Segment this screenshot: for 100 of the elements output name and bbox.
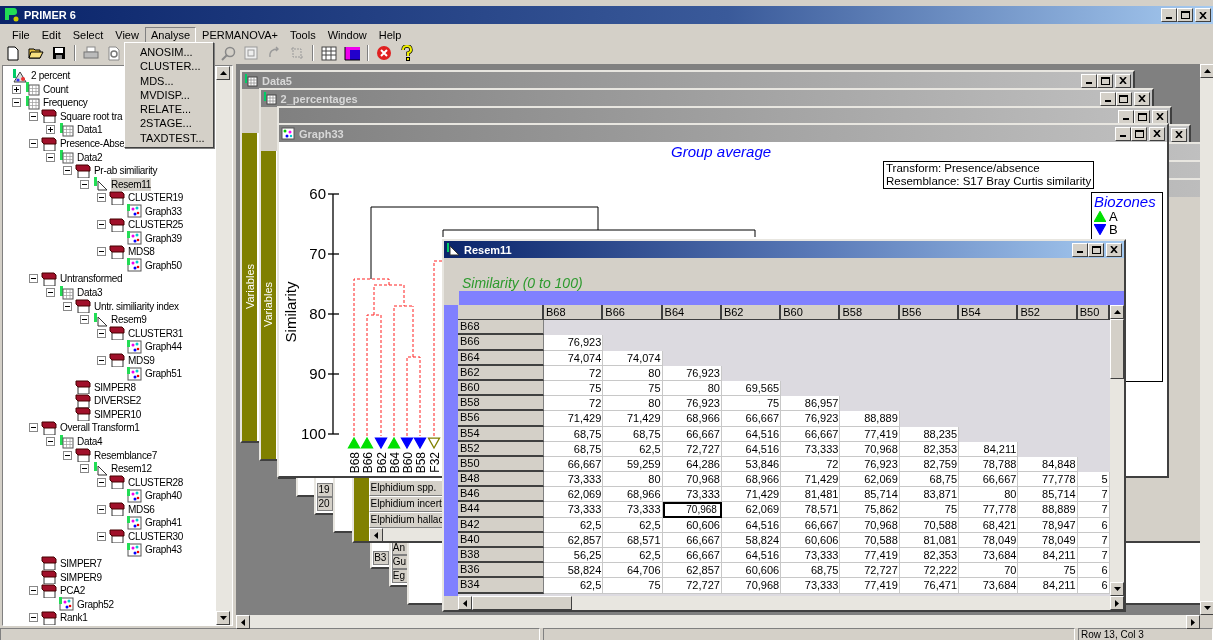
tree-item[interactable]: Graph33 (145, 204, 182, 218)
tree-item[interactable]: MDS8 (128, 245, 155, 259)
column-header[interactable]: B64 (662, 305, 722, 321)
scrollbar[interactable] (1110, 305, 1124, 596)
scroll-down-icon[interactable] (1110, 582, 1124, 596)
collapse-icon[interactable] (29, 586, 38, 596)
scrollbar[interactable] (368, 528, 445, 541)
row-header[interactable]: B68 (458, 320, 544, 336)
menu-item[interactable]: 2STAGE... (125, 116, 213, 131)
row-header[interactable]: B38 (458, 548, 544, 564)
tree-item[interactable]: Untransformed (60, 272, 123, 286)
tree-item[interactable]: CLUSTER19 (128, 191, 184, 205)
menu-item[interactable]: View (109, 26, 145, 43)
tree-item[interactable]: Data3 (77, 286, 103, 299)
column-header[interactable]: B54 (959, 305, 1019, 321)
menu-item[interactable]: Edit (35, 26, 67, 43)
scroll-left-icon[interactable] (458, 596, 472, 610)
tree-item[interactable]: Rank1 (60, 611, 88, 625)
scroll-thumb[interactable] (472, 596, 572, 610)
column-header[interactable]: B68 (544, 305, 604, 321)
tree-item[interactable]: Graph41 (145, 516, 182, 530)
tree-item[interactable]: SIMPER8 (94, 380, 136, 394)
tree-item[interactable]: Graph40 (145, 489, 182, 503)
row-header[interactable]: B36 (458, 563, 544, 579)
grid-icon[interactable] (318, 43, 340, 63)
collapse-icon[interactable] (63, 166, 72, 176)
scrollbar[interactable] (458, 596, 1124, 610)
tree-item[interactable]: Data4 (77, 435, 103, 449)
tree-item[interactable]: Presence-Abse (60, 137, 125, 150)
tree-item[interactable]: Resem12 (111, 462, 152, 476)
tree-item[interactable]: CLUSTER30 (128, 529, 184, 543)
maximize-button[interactable] (1097, 73, 1113, 88)
tree-item[interactable]: Graph44 (145, 340, 182, 354)
scrollbar[interactable] (1200, 64, 1213, 615)
collapse-icon[interactable] (12, 98, 21, 108)
column-header[interactable]: B50 (1077, 305, 1110, 321)
minimize-button[interactable] (1161, 8, 1177, 22)
menu-item[interactable]: Help (372, 26, 408, 43)
column-header[interactable]: B66 (603, 305, 663, 321)
collapse-icon[interactable] (97, 477, 106, 487)
scroll-right-icon[interactable] (1110, 596, 1124, 610)
row-header[interactable]: B58 (458, 396, 544, 412)
expand-icon[interactable] (12, 84, 21, 94)
column-header[interactable]: B52 (1018, 305, 1078, 321)
close-button[interactable] (1133, 91, 1150, 106)
row-header[interactable]: B48 (458, 472, 544, 488)
tree-item[interactable]: Resem11 (111, 177, 151, 191)
expand-icon[interactable] (46, 125, 55, 135)
minimize-button[interactable] (1115, 126, 1131, 141)
tree-item[interactable]: Graph39 (145, 231, 182, 245)
scroll-up-icon[interactable] (1110, 305, 1124, 319)
collapse-icon[interactable] (63, 301, 72, 311)
collapse-icon[interactable] (46, 437, 55, 447)
tree-item[interactable]: Graph51 (145, 367, 182, 381)
collapse-icon[interactable] (97, 355, 106, 365)
menu-item[interactable]: CLUSTER... (125, 59, 213, 74)
menu-item[interactable]: Select (66, 26, 110, 43)
scroll-up-icon[interactable] (216, 66, 230, 80)
tree-item[interactable]: Square root tra (60, 109, 123, 123)
tree-item[interactable]: 2 percent (31, 69, 70, 83)
tree-item[interactable]: Resemblance7 (94, 448, 158, 462)
row-header[interactable]: B46 (458, 487, 544, 503)
maximize-button[interactable] (1131, 126, 1147, 141)
tree-item[interactable]: SIMPER9 (60, 570, 102, 584)
tree-item[interactable]: SIMPER10 (94, 407, 142, 421)
tree-item[interactable]: Resem9 (111, 313, 147, 327)
collapse-icon[interactable] (29, 139, 38, 148)
tree-item[interactable]: Frequency (43, 96, 88, 110)
maximize-button[interactable] (1134, 109, 1151, 124)
tree-item[interactable]: Count (43, 82, 69, 96)
minimize-button[interactable] (1081, 73, 1097, 88)
tree-item[interactable]: SIMPER7 (60, 556, 102, 570)
column-header[interactable]: B58 (840, 305, 900, 321)
scroll-right-icon[interactable] (1186, 615, 1200, 629)
tree-item[interactable]: Data2 (77, 150, 103, 164)
collapse-icon[interactable] (97, 247, 106, 257)
tree-item[interactable]: MDS9 (128, 353, 155, 367)
row-header[interactable]: B44 (458, 502, 544, 518)
collapse-icon[interactable] (29, 274, 38, 284)
tree-item[interactable]: MDS6 (128, 502, 155, 516)
tree-item[interactable]: Data1 (77, 123, 103, 137)
scrollbar[interactable] (236, 615, 1200, 628)
collapse-icon[interactable] (80, 315, 89, 325)
tree-item[interactable]: Pr-ab similiarity (94, 164, 158, 178)
collapse-icon[interactable] (97, 193, 106, 203)
collapse-icon[interactable] (46, 288, 55, 297)
minimize-button[interactable] (1118, 109, 1135, 124)
menu-item[interactable]: Window (321, 26, 373, 43)
maximize-button[interactable] (1177, 8, 1193, 22)
row-header[interactable]: B34 (458, 578, 544, 594)
close-button[interactable] (1195, 8, 1211, 22)
scroll-up-icon[interactable] (1200, 64, 1213, 78)
menu-item[interactable]: MVDISP... (125, 87, 213, 103)
scroll-left-icon[interactable] (236, 615, 250, 629)
tree-item[interactable]: CLUSTER25 (128, 218, 184, 232)
tree-item[interactable]: CLUSTER31 (128, 326, 184, 340)
collapse-icon[interactable] (63, 450, 72, 460)
close-button[interactable] (1149, 126, 1165, 141)
menu-item[interactable]: PERMANOVA+ (196, 26, 284, 43)
menu-item[interactable]: ANOSIM... (125, 45, 213, 60)
